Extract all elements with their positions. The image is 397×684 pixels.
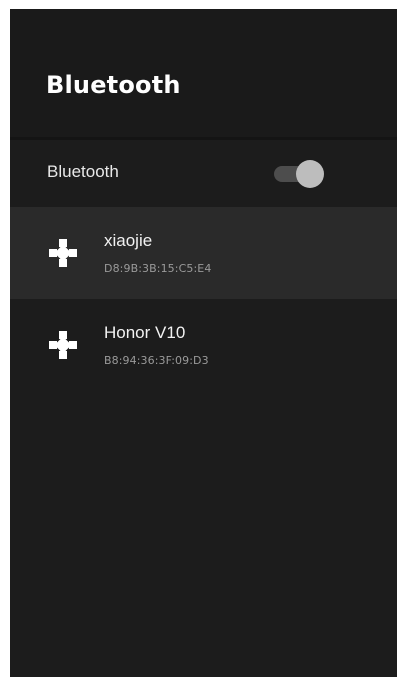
bluetooth-toggle-label: Bluetooth [47, 162, 119, 181]
bluetooth-toggle-row[interactable]: Bluetooth [10, 140, 397, 206]
page-title: Bluetooth [46, 71, 181, 99]
device-name: Honor V10 [104, 323, 186, 342]
gamepad-icon [49, 331, 77, 359]
device-name: xiaojie [104, 231, 153, 250]
gamepad-icon [49, 239, 77, 267]
device-address: B8:94:36:3F:09:D3 [104, 354, 209, 367]
switch-thumb [296, 160, 324, 188]
device-item-xiaojie[interactable]: xiaojie D8:9B:3B:15:C5:E4 [10, 207, 397, 299]
bluetooth-switch[interactable] [274, 160, 324, 188]
bluetooth-settings-screen: Bluetooth Bluetooth xiaojie D8:9B:3B:15:… [10, 9, 397, 677]
header: Bluetooth [10, 9, 397, 137]
device-item-honor-v10[interactable]: Honor V10 B8:94:36:3F:09:D3 [10, 299, 397, 391]
device-address: D8:9B:3B:15:C5:E4 [104, 262, 212, 275]
